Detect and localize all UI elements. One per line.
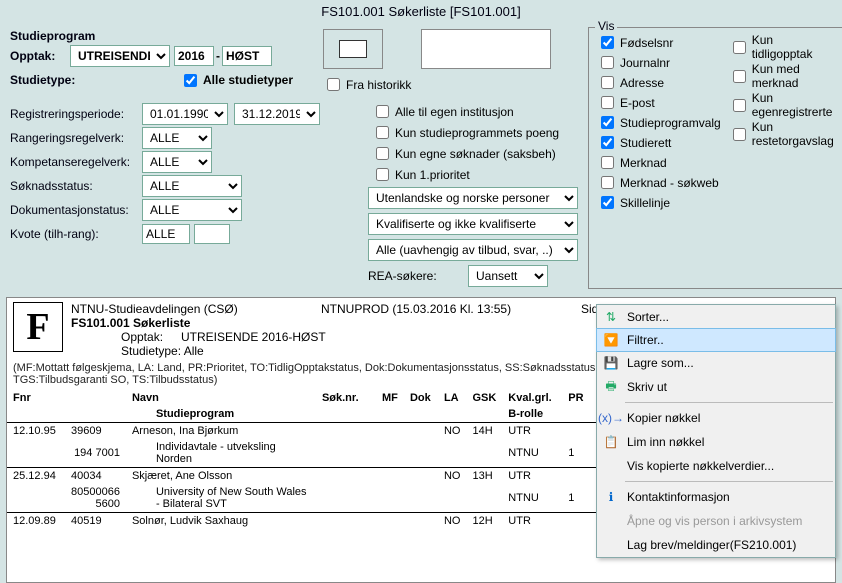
save-icon: 💾	[601, 356, 621, 370]
cb-egne-sok[interactable]: Kun egne søknader (saksbeh)	[372, 144, 578, 163]
preview-box-wide	[421, 29, 551, 69]
vis-group: Vis Fødselsnr Journalnr Adresse E-post S…	[588, 27, 842, 289]
menu-lim[interactable]: 📋Lim inn nøkkel	[597, 430, 835, 454]
kvalifisert-select[interactable]: Kvalifiserte og ikke kvalifiserte	[368, 213, 578, 235]
chk-epost[interactable]: E-post	[597, 93, 721, 112]
alle-studietyper-check[interactable]: Alle studietyper	[180, 71, 293, 90]
context-menu: ⇅Sorter... 🔽Filtrer.. 💾Lagre som... 🖶Skr…	[596, 304, 836, 558]
window-title: FS101.001 Søkerliste [FS101.001]	[0, 0, 842, 23]
chk-kun-restetorg[interactable]: Kun restetorgavslag	[729, 120, 834, 148]
dokstatus-label: Dokumentasjonstatus:	[10, 203, 142, 217]
year-input[interactable]	[174, 46, 214, 66]
chk-adresse[interactable]: Adresse	[597, 73, 721, 92]
menu-apne: Åpne og vis person i arkivsystem	[597, 509, 835, 533]
vis-label: Vis	[595, 19, 617, 33]
dokstatus-select[interactable]: ALLE	[142, 199, 242, 221]
filter-icon: 🔽	[601, 333, 621, 347]
sort-icon: ⇅	[601, 310, 621, 324]
rangering-label: Rangeringsregelverk:	[10, 131, 142, 145]
regfrom-select[interactable]: 01.01.1990	[142, 103, 228, 125]
menu-sorter[interactable]: ⇅Sorter...	[597, 305, 835, 329]
copy-icon: (x)→	[601, 411, 621, 425]
chk-skillelinje[interactable]: Skillelinje	[597, 193, 721, 212]
menu-viskop[interactable]: Vis kopierte nøkkelverdier...	[597, 454, 835, 478]
rea-label: REA-søkere:	[368, 269, 468, 283]
kvote-input1[interactable]	[142, 224, 190, 244]
kvote-input2[interactable]	[194, 224, 230, 244]
paste-icon: 📋	[601, 435, 621, 449]
studieprogram-label: Studieprogram	[10, 29, 142, 43]
menu-kopier[interactable]: (x)→Kopier nøkkel	[597, 406, 835, 430]
fra-historikk-check[interactable]: Fra historikk	[323, 75, 411, 94]
studietype-label: Studietype:	[10, 73, 100, 87]
print-icon: 🖶	[601, 377, 621, 398]
menu-skriv[interactable]: 🖶Skriv ut	[597, 375, 835, 399]
term-input[interactable]	[222, 46, 272, 66]
r-opptak-v: UTREISENDE 2016-HØST	[181, 330, 326, 344]
chk-kun-tidlig[interactable]: Kun tidligopptak	[729, 33, 834, 61]
kompetanse-label: Kompetanseregelverk:	[10, 155, 142, 169]
chk-studieprogramvalg[interactable]: Studieprogramvalg	[597, 113, 721, 132]
inst-label: NTNU-Studieavdelingen (CSØ)	[71, 302, 321, 316]
opptak-select[interactable]: UTREISENDE	[70, 45, 170, 67]
opptak-label: Opptak:	[10, 49, 70, 63]
r-opptak-l: Opptak:	[71, 330, 181, 344]
cb-sp-poeng[interactable]: Kun studieprogrammets poeng	[372, 123, 578, 142]
server-label: NTNUPROD (15.03.2016 Kl. 13:55)	[321, 302, 581, 316]
kompetanse-select[interactable]: ALLE	[142, 151, 212, 173]
tilbud-select[interactable]: Alle (uavhengig av tilbud, svar, ..)	[368, 239, 578, 261]
regperiode-label: Registreringsperiode:	[10, 107, 142, 121]
menu-lagbrev[interactable]: Lag brev/meldinger(FS210.001)	[597, 533, 835, 557]
chk-studierett[interactable]: Studierett	[597, 133, 721, 152]
regto-select[interactable]: 31.12.2019	[234, 103, 320, 125]
rea-select[interactable]: Uansett	[468, 265, 548, 287]
chk-merknad[interactable]: Merknad	[597, 153, 721, 172]
menu-kontakt[interactable]: ℹKontaktinformasjon	[597, 485, 835, 509]
chk-journalnr[interactable]: Journalnr	[597, 53, 721, 72]
info-icon: ℹ	[601, 490, 621, 504]
soknadsstatus-select[interactable]: ALLE	[142, 175, 242, 197]
rangering-select[interactable]: ALLE	[142, 127, 212, 149]
cb-1prio[interactable]: Kun 1.prioritet	[372, 165, 578, 184]
personer-select[interactable]: Utenlandske og norske personer	[368, 187, 578, 209]
cb-egen-inst[interactable]: Alle til egen institusjon	[372, 102, 578, 121]
preview-box-small	[323, 29, 383, 69]
chk-kun-egenreg[interactable]: Kun egenregistrerte	[729, 91, 834, 119]
menu-lagre[interactable]: 💾Lagre som...	[597, 351, 835, 375]
chk-merknad-sokweb[interactable]: Merknad - søkweb	[597, 173, 721, 192]
kvote-label: Kvote (tilh-rang):	[10, 227, 142, 241]
app-logo: F	[13, 302, 63, 352]
chk-fodselsnr[interactable]: Fødselsnr	[597, 33, 721, 52]
soknadsstatus-label: Søknadsstatus:	[10, 179, 142, 193]
chk-kun-merknad[interactable]: Kun med merknad	[729, 62, 834, 90]
menu-filtrer[interactable]: 🔽Filtrer..	[596, 328, 836, 352]
